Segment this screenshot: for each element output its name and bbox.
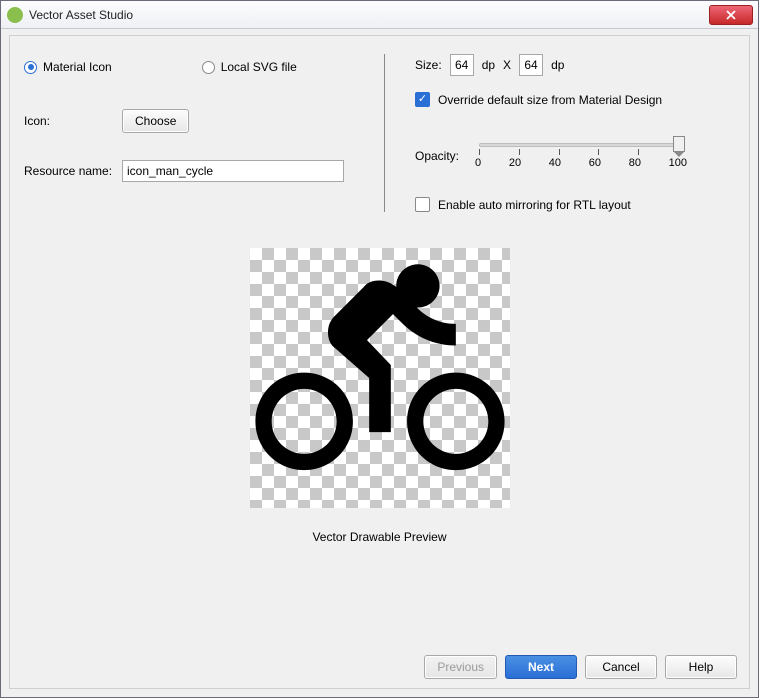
radio-label: Material Icon [43,60,112,74]
button-label: Previous [437,660,484,674]
slider-ticks [479,149,679,157]
asset-type-local-svg[interactable]: Local SVG file [202,60,297,74]
rtl-mirror-label: Enable auto mirroring for RTL layout [438,198,631,212]
next-button[interactable]: Next [505,655,577,679]
override-size-label: Override default size from Material Desi… [438,93,662,107]
rtl-mirror-checkbox[interactable] [415,197,430,212]
preview-label: Vector Drawable Preview [312,530,446,544]
button-label: Choose [135,114,176,128]
slider-thumb[interactable] [673,136,685,152]
icon-label: Icon: [24,114,122,128]
cancel-button[interactable]: Cancel [585,655,657,679]
close-icon [726,10,736,20]
size-unit: dp [482,58,495,72]
button-label: Help [689,660,714,674]
directions-bike-icon [250,248,510,508]
size-unit: dp [551,58,564,72]
slider-track [479,143,679,147]
previous-button: Previous [424,655,497,679]
opacity-label: Opacity: [415,149,459,163]
slider-tick-labels: 0 20 40 60 80 100 [475,157,687,169]
close-button[interactable] [709,5,753,25]
size-label: Size: [415,58,442,72]
resource-name-label: Resource name: [24,164,122,178]
size-sep: X [503,58,511,72]
button-label: Cancel [602,660,639,674]
asset-type-material-icon[interactable]: Material Icon [24,60,112,74]
help-button[interactable]: Help [665,655,737,679]
app-icon [7,7,23,23]
override-size-checkbox[interactable] [415,92,430,107]
button-label: Next [528,660,554,674]
resource-name-input[interactable] [122,160,344,182]
radio-icon [202,61,215,74]
choose-icon-button[interactable]: Choose [122,109,189,133]
preview-canvas [250,248,510,508]
size-width-input[interactable] [450,54,474,76]
opacity-slider[interactable]: 0 20 40 60 80 100 [479,139,679,173]
size-height-input[interactable] [519,54,543,76]
radio-label: Local SVG file [221,60,297,74]
window-title: Vector Asset Studio [29,8,709,22]
radio-icon [24,61,37,74]
